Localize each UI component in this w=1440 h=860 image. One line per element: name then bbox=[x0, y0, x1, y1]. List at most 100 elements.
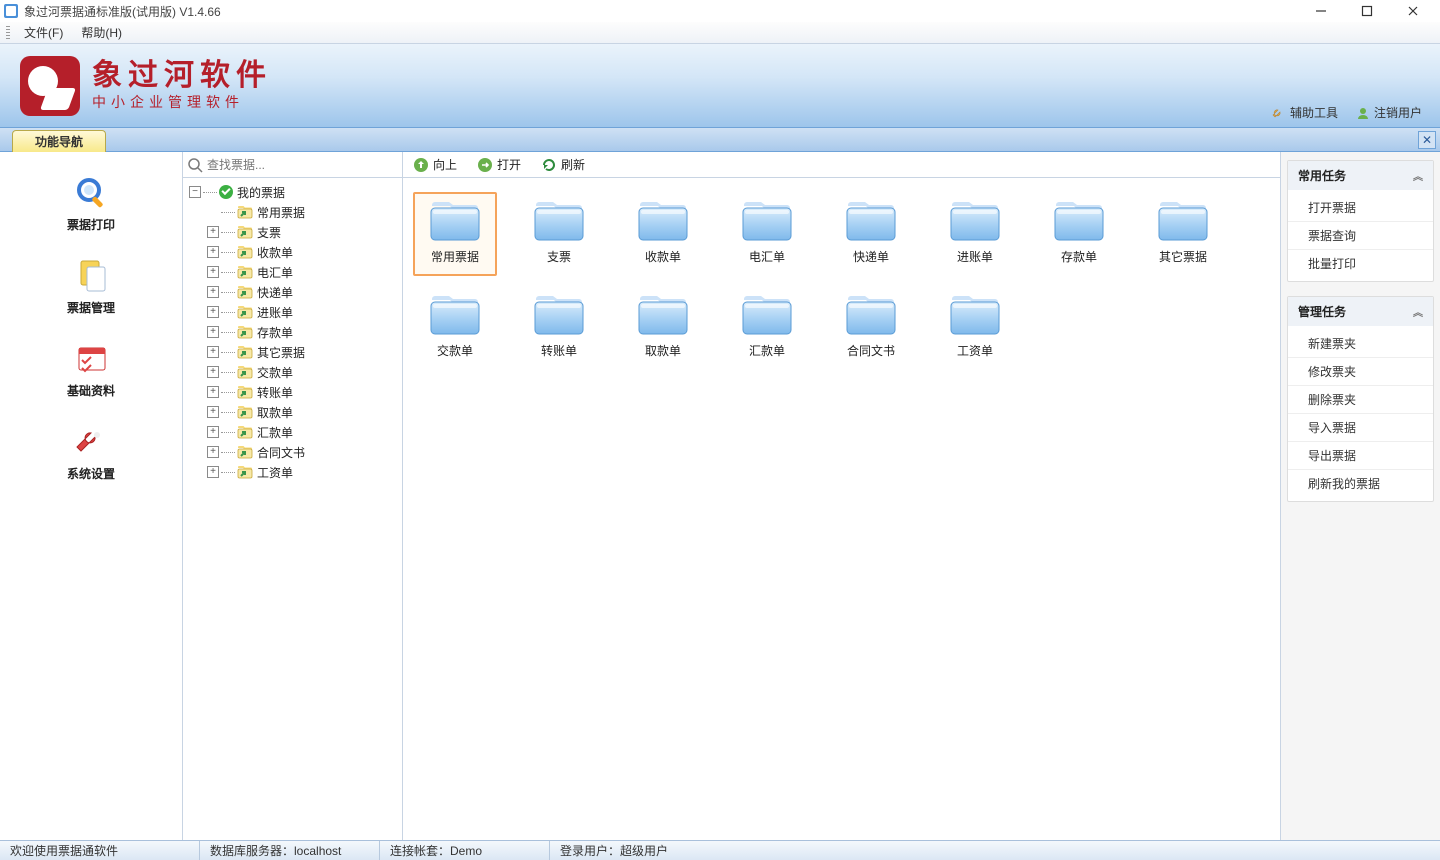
toolbar-refresh[interactable]: 刷新 bbox=[541, 156, 585, 173]
folder-item[interactable]: 存款单 bbox=[1037, 192, 1121, 276]
nav-item-print[interactable]: 票据打印 bbox=[0, 172, 182, 233]
folder-small-icon bbox=[237, 204, 253, 220]
tree-expander[interactable]: + bbox=[207, 406, 219, 418]
tree-node[interactable]: +其它票据 bbox=[185, 342, 400, 362]
tree-expander[interactable]: + bbox=[207, 366, 219, 378]
tree-expander[interactable]: + bbox=[207, 386, 219, 398]
task-item[interactable]: 导出票据 bbox=[1288, 442, 1433, 470]
folder-item[interactable]: 电汇单 bbox=[725, 192, 809, 276]
refresh-icon bbox=[541, 157, 557, 173]
tree-node[interactable]: +存款单 bbox=[185, 322, 400, 342]
folder-item[interactable]: 快递单 bbox=[829, 192, 913, 276]
tree-expander[interactable]: + bbox=[207, 446, 219, 458]
folder-item[interactable]: 支票 bbox=[517, 192, 601, 276]
tree-node[interactable]: +转账单 bbox=[185, 382, 400, 402]
taskgroup-common-head[interactable]: 常用任务 ︽ bbox=[1288, 161, 1433, 190]
tree-expander[interactable]: + bbox=[207, 306, 219, 318]
task-item[interactable]: 票据查询 bbox=[1288, 222, 1433, 250]
tree-expander[interactable]: + bbox=[207, 266, 219, 278]
folder-item[interactable]: 转账单 bbox=[517, 286, 601, 370]
status-dbserver: 数据库服务器：localhost bbox=[200, 841, 380, 860]
tree-node[interactable]: +取款单 bbox=[185, 402, 400, 422]
close-button[interactable] bbox=[1390, 0, 1436, 22]
tree-node[interactable]: +工资单 bbox=[185, 462, 400, 482]
banner-links: 辅助工具 注销用户 bbox=[1272, 104, 1422, 121]
tree-node[interactable]: + 进账单 bbox=[185, 302, 400, 322]
task-item[interactable]: 刷新我的票据 bbox=[1288, 470, 1433, 497]
tab-close-button[interactable]: ✕ bbox=[1418, 131, 1436, 149]
app-icon bbox=[4, 4, 18, 18]
folder-small-icon bbox=[237, 384, 253, 400]
tree-node[interactable]: +交款单 bbox=[185, 362, 400, 382]
tree-expander[interactable]: + bbox=[207, 246, 219, 258]
tree-root[interactable]: − 我的票据 bbox=[185, 182, 400, 202]
tree-expander[interactable]: + bbox=[207, 346, 219, 358]
minimize-button[interactable] bbox=[1298, 0, 1344, 22]
folder-icon bbox=[1157, 200, 1209, 242]
task-item[interactable]: 打开票据 bbox=[1288, 194, 1433, 222]
folder-item[interactable]: 交款单 bbox=[413, 286, 497, 370]
nav-item-manage[interactable]: 票据管理 bbox=[0, 255, 182, 316]
open-icon bbox=[477, 157, 493, 173]
window-title: 象过河票据通标准版(试用版) V1.4.66 bbox=[24, 3, 221, 20]
task-item[interactable]: 新建票夹 bbox=[1288, 330, 1433, 358]
folder-item[interactable]: 合同文书 bbox=[829, 286, 913, 370]
menu-file[interactable]: 文件(F) bbox=[18, 22, 69, 43]
tree-node-label: 进账单 bbox=[257, 304, 293, 321]
tree-node[interactable]: +收款单 bbox=[185, 242, 400, 262]
toolbar-open[interactable]: 打开 bbox=[477, 156, 521, 173]
folder-item[interactable]: 其它票据 bbox=[1141, 192, 1225, 276]
folder-item[interactable]: 汇款单 bbox=[725, 286, 809, 370]
tree-expander-root[interactable]: − bbox=[189, 186, 201, 198]
up-icon bbox=[413, 157, 429, 173]
nav-item-base[interactable]: 基础资料 bbox=[0, 338, 182, 399]
folder-small-icon bbox=[237, 464, 253, 480]
taskgroup-manage-body: 新建票夹修改票夹删除票夹导入票据导出票据刷新我的票据 bbox=[1288, 326, 1433, 501]
tree-node[interactable]: +合同文书 bbox=[185, 442, 400, 462]
task-pane: 常用任务 ︽ 打开票据票据查询批量打印 管理任务 ︽ 新建票夹修改票夹删除票夹导… bbox=[1280, 152, 1440, 840]
task-item[interactable]: 导入票据 bbox=[1288, 414, 1433, 442]
tree-node[interactable]: +支票 bbox=[185, 222, 400, 242]
folder-icon bbox=[429, 294, 481, 336]
tree-expander[interactable]: + bbox=[207, 326, 219, 338]
task-item[interactable]: 删除票夹 bbox=[1288, 386, 1433, 414]
titlebar: 象过河票据通标准版(试用版) V1.4.66 bbox=[0, 0, 1440, 22]
tree-node[interactable]: +汇款单 bbox=[185, 422, 400, 442]
menu-help[interactable]: 帮助(H) bbox=[75, 22, 128, 43]
toolbar-open-label: 打开 bbox=[497, 156, 521, 173]
tree-node[interactable]: 常用票据 bbox=[185, 202, 400, 222]
folder-item[interactable]: 进账单 bbox=[933, 192, 1017, 276]
nav-item-system[interactable]: 系统设置 bbox=[0, 421, 182, 482]
tree-search-input[interactable] bbox=[207, 158, 398, 172]
menubar-grip bbox=[6, 26, 10, 40]
tree-expander[interactable]: + bbox=[207, 466, 219, 478]
chevron-up-icon: ︽ bbox=[1413, 304, 1423, 319]
search-icon bbox=[187, 157, 203, 173]
folder-item[interactable]: 收款单 bbox=[621, 192, 705, 276]
folder-item[interactable]: 取款单 bbox=[621, 286, 705, 370]
maximize-button[interactable] bbox=[1344, 0, 1390, 22]
folder-item[interactable]: 工资单 bbox=[933, 286, 1017, 370]
folder-small-icon bbox=[237, 344, 253, 360]
folder-label: 交款单 bbox=[437, 342, 473, 359]
logout-link[interactable]: 注销用户 bbox=[1356, 104, 1422, 121]
check-icon bbox=[219, 185, 233, 199]
tree-node[interactable]: + 电汇单 bbox=[185, 262, 400, 282]
tree-node-label: 电汇单 bbox=[257, 264, 293, 281]
toolbar-up[interactable]: 向上 bbox=[413, 156, 457, 173]
task-item[interactable]: 修改票夹 bbox=[1288, 358, 1433, 386]
tab-function-nav[interactable]: 功能导航 bbox=[12, 130, 106, 152]
statusbar: 欢迎使用票据通软件 数据库服务器：localhost 连接帐套：Demo 登录用… bbox=[0, 840, 1440, 860]
chevron-up-icon: ︽ bbox=[1413, 168, 1423, 183]
taskgroup-manage-head[interactable]: 管理任务 ︽ bbox=[1288, 297, 1433, 326]
task-item[interactable]: 批量打印 bbox=[1288, 250, 1433, 277]
tree-expander[interactable]: + bbox=[207, 286, 219, 298]
tree-expander[interactable]: + bbox=[207, 426, 219, 438]
tree-expander[interactable]: + bbox=[207, 226, 219, 238]
tools-icon bbox=[1272, 106, 1286, 120]
aux-tools-link[interactable]: 辅助工具 bbox=[1272, 104, 1338, 121]
folder-item[interactable]: 常用票据 bbox=[413, 192, 497, 276]
taskgroup-common: 常用任务 ︽ 打开票据票据查询批量打印 bbox=[1287, 160, 1434, 282]
taskgroup-manage: 管理任务 ︽ 新建票夹修改票夹删除票夹导入票据导出票据刷新我的票据 bbox=[1287, 296, 1434, 502]
tree-node[interactable]: +快递单 bbox=[185, 282, 400, 302]
